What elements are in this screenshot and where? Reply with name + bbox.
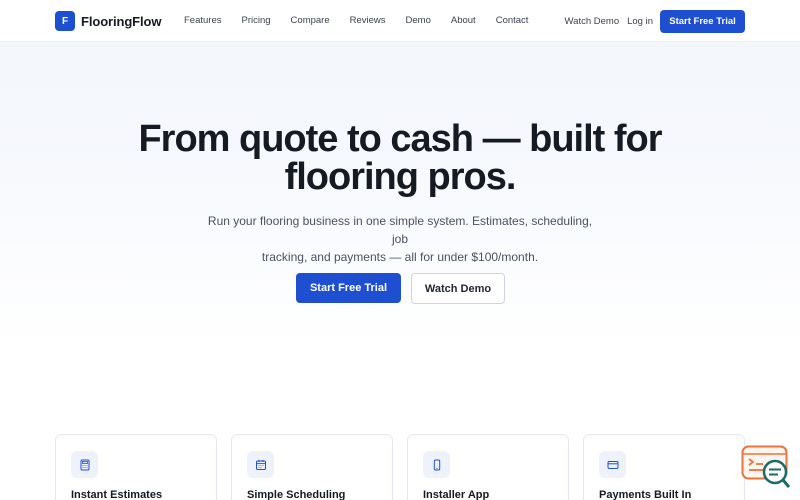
feature-title: Installer App <box>423 489 490 500</box>
chat-search-icon <box>741 445 791 488</box>
feature-card-payments[interactable]: Payments Built In <box>583 434 745 500</box>
feature-title: Simple Scheduling <box>247 489 346 500</box>
nav-links: Features Pricing Compare Reviews Demo Ab… <box>184 15 548 26</box>
nav-start-trial-button[interactable]: Start Free Trial <box>660 10 745 33</box>
landing-page: F FlooringFlow Features Pricing Compare … <box>0 0 800 500</box>
credit-card-icon <box>599 451 626 478</box>
chat-widget-button[interactable] <box>741 445 791 489</box>
nav-link-contact[interactable]: Contact <box>496 15 529 26</box>
nav-link-pricing[interactable]: Pricing <box>242 15 271 26</box>
feature-cards: Instant Estimates Simple Scheduling Inst… <box>55 434 745 500</box>
brand-name: FlooringFlow <box>81 13 162 29</box>
feature-card-scheduling[interactable]: Simple Scheduling <box>231 434 393 500</box>
hero-title: From quote to cash — built for flooring … <box>100 120 700 196</box>
nav-link-reviews[interactable]: Reviews <box>350 15 386 26</box>
hero-subtitle-line-2: tracking, and payments — all for under $… <box>261 250 539 264</box>
hero-title-line-1: From quote to cash — built for <box>138 118 662 160</box>
nav-link-demo[interactable]: Demo <box>406 15 431 26</box>
nav-actions: Watch Demo Log in Start Free Trial <box>565 10 745 33</box>
nav-link-features[interactable]: Features <box>184 15 222 26</box>
nav-watch-demo-link[interactable]: Watch Demo <box>565 16 620 27</box>
start-free-trial-button[interactable]: Start Free Trial <box>296 273 401 303</box>
nav-login-link[interactable]: Log in <box>627 16 653 27</box>
nav-link-compare[interactable]: Compare <box>291 15 330 26</box>
hero-buttons: Start Free Trial Watch Demo <box>0 273 800 304</box>
logo-mark-icon: F <box>55 11 75 31</box>
calendar-icon <box>247 451 274 478</box>
feature-card-estimates[interactable]: Instant Estimates <box>55 434 217 500</box>
feature-card-installer-app[interactable]: Installer App <box>407 434 569 500</box>
hero-subtitle-line-1: Run your flooring business in one simple… <box>207 214 593 246</box>
logo[interactable]: F FlooringFlow <box>55 11 162 31</box>
feature-title: Instant Estimates <box>71 489 163 500</box>
feature-title: Payments Built In <box>599 489 692 500</box>
hero-title-line-2: flooring pros. <box>284 156 517 198</box>
phone-icon <box>423 451 450 478</box>
hero-subtitle: Run your flooring business in one simple… <box>200 212 600 266</box>
nav-link-about[interactable]: About <box>451 15 476 26</box>
top-nav: F FlooringFlow Features Pricing Compare … <box>0 0 800 42</box>
calculator-icon <box>71 451 98 478</box>
watch-demo-button[interactable]: Watch Demo <box>411 273 505 304</box>
